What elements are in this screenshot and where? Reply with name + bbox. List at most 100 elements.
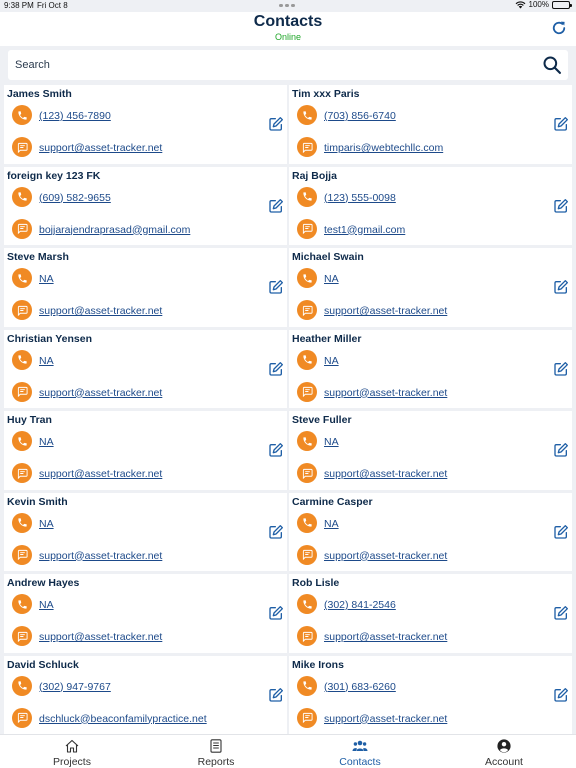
edit-icon[interactable] bbox=[268, 442, 284, 458]
contact-card: Heather Miller NA support@asset-tracker.… bbox=[289, 329, 572, 408]
edit-icon[interactable] bbox=[268, 687, 284, 703]
message-icon[interactable] bbox=[297, 300, 317, 320]
contact-phone-link[interactable]: NA bbox=[39, 273, 54, 285]
contact-card: Steve Marsh NA support@asset-tracker.net bbox=[4, 248, 287, 327]
phone-icon[interactable] bbox=[12, 105, 32, 125]
contact-email-link[interactable]: support@asset-tracker.net bbox=[39, 631, 162, 643]
contact-email-link[interactable]: support@asset-tracker.net bbox=[324, 631, 447, 643]
phone-icon[interactable] bbox=[297, 512, 317, 533]
message-icon[interactable] bbox=[12, 707, 32, 728]
phone-icon[interactable] bbox=[297, 349, 317, 370]
contact-email-link[interactable]: support@asset-tracker.net bbox=[324, 468, 447, 480]
contact-phone-link[interactable]: NA bbox=[324, 436, 339, 448]
edit-icon[interactable] bbox=[553, 605, 569, 621]
message-icon[interactable] bbox=[12, 626, 32, 646]
edit-icon[interactable] bbox=[553, 279, 569, 295]
contact-email-link[interactable]: test1@gmail.com bbox=[324, 224, 405, 236]
edit-icon[interactable] bbox=[553, 198, 569, 214]
phone-icon[interactable] bbox=[12, 186, 32, 207]
contact-phone-link[interactable]: NA bbox=[324, 355, 339, 367]
message-icon[interactable] bbox=[12, 463, 32, 483]
contact-phone-link[interactable]: NA bbox=[39, 436, 54, 448]
contact-card: Kevin Smith NA support@asset-tracker.net bbox=[4, 492, 287, 571]
contact-card: Andrew Hayes NA support@asset-tracker.ne… bbox=[4, 574, 287, 653]
contact-email-link[interactable]: support@asset-tracker.net bbox=[39, 142, 162, 154]
contact-phone-link[interactable]: (301) 683-6260 bbox=[324, 681, 396, 693]
message-icon[interactable] bbox=[297, 707, 317, 728]
edit-icon[interactable] bbox=[268, 605, 284, 621]
tab-account[interactable]: Account bbox=[432, 735, 576, 768]
message-icon[interactable] bbox=[297, 381, 317, 402]
contact-phone-link[interactable]: (302) 841-2546 bbox=[324, 599, 396, 611]
tab-projects[interactable]: Projects bbox=[0, 735, 144, 768]
message-icon[interactable] bbox=[12, 137, 32, 157]
edit-icon[interactable] bbox=[553, 524, 569, 540]
page-title: Contacts bbox=[253, 13, 323, 30]
contact-phone-link[interactable]: NA bbox=[324, 273, 339, 285]
contact-phone-link[interactable]: NA bbox=[39, 518, 54, 530]
message-icon[interactable] bbox=[12, 218, 32, 239]
phone-icon[interactable] bbox=[12, 431, 32, 451]
contact-name: Heather Miller bbox=[292, 332, 362, 345]
contact-email-link[interactable]: support@asset-tracker.net bbox=[39, 387, 162, 399]
contact-phone-link[interactable]: (123) 555-0098 bbox=[324, 192, 396, 204]
phone-icon[interactable] bbox=[12, 512, 32, 533]
edit-icon[interactable] bbox=[268, 279, 284, 295]
tab-contacts[interactable]: Contacts bbox=[288, 735, 432, 768]
contact-email-link[interactable]: support@asset-tracker.net bbox=[324, 550, 447, 562]
search-icon[interactable] bbox=[542, 55, 562, 75]
refresh-icon[interactable] bbox=[550, 19, 568, 37]
contact-card: David Schluck (302) 947-9767 dschluck@be… bbox=[4, 655, 287, 734]
contact-email-link[interactable]: timparis@webtechllc.com bbox=[324, 142, 443, 154]
phone-icon[interactable] bbox=[297, 675, 317, 696]
contact-phone-link[interactable]: (123) 456-7890 bbox=[39, 110, 111, 122]
search-input[interactable] bbox=[8, 50, 528, 80]
contact-email-link[interactable]: bojjarajendraprasad@gmail.com bbox=[39, 224, 190, 236]
contact-name: Kevin Smith bbox=[7, 495, 68, 508]
contact-name: James Smith bbox=[7, 88, 72, 100]
contact-phone-link[interactable]: (609) 582-9655 bbox=[39, 192, 111, 204]
phone-icon[interactable] bbox=[12, 349, 32, 370]
contact-email-link[interactable]: support@asset-tracker.net bbox=[39, 305, 162, 317]
contact-phone-link[interactable]: (703) 856-6740 bbox=[324, 110, 396, 122]
edit-icon[interactable] bbox=[553, 687, 569, 703]
phone-icon[interactable] bbox=[12, 675, 32, 696]
contact-name: Carmine Casper bbox=[292, 495, 373, 508]
edit-icon[interactable] bbox=[268, 361, 284, 377]
contact-card: foreign key 123 FK (609) 582-9655 bojjar… bbox=[4, 166, 287, 245]
edit-icon[interactable] bbox=[553, 442, 569, 458]
contact-phone-link[interactable]: (302) 947-9767 bbox=[39, 681, 111, 693]
message-icon[interactable] bbox=[12, 300, 32, 320]
contact-email-link[interactable]: support@asset-tracker.net bbox=[39, 550, 162, 562]
contact-email-link[interactable]: support@asset-tracker.net bbox=[324, 305, 447, 317]
contact-phone-link[interactable]: NA bbox=[39, 355, 54, 367]
edit-icon[interactable] bbox=[553, 116, 569, 132]
message-icon[interactable] bbox=[297, 218, 317, 239]
contact-name: Huy Tran bbox=[7, 414, 52, 426]
contact-email-link[interactable]: support@asset-tracker.net bbox=[39, 468, 162, 480]
phone-icon[interactable] bbox=[297, 594, 317, 614]
multitask-grabber[interactable] bbox=[279, 4, 297, 7]
edit-icon[interactable] bbox=[553, 361, 569, 377]
phone-icon[interactable] bbox=[297, 268, 317, 288]
edit-icon[interactable] bbox=[268, 116, 284, 132]
message-icon[interactable] bbox=[12, 381, 32, 402]
edit-icon[interactable] bbox=[268, 198, 284, 214]
contact-phone-link[interactable]: NA bbox=[39, 599, 54, 611]
message-icon[interactable] bbox=[297, 463, 317, 483]
phone-icon[interactable] bbox=[297, 186, 317, 207]
contact-email-link[interactable]: support@asset-tracker.net bbox=[324, 387, 447, 399]
message-icon[interactable] bbox=[297, 626, 317, 646]
phone-icon[interactable] bbox=[297, 105, 317, 125]
tab-reports[interactable]: Reports bbox=[144, 735, 288, 768]
phone-icon[interactable] bbox=[12, 594, 32, 614]
contact-email-link[interactable]: support@asset-tracker.net bbox=[324, 713, 447, 725]
phone-icon[interactable] bbox=[12, 268, 32, 288]
contact-email-link[interactable]: dschluck@beaconfamilypractice.net bbox=[39, 713, 207, 725]
edit-icon[interactable] bbox=[268, 524, 284, 540]
phone-icon[interactable] bbox=[297, 431, 317, 451]
contact-phone-link[interactable]: NA bbox=[324, 518, 339, 530]
message-icon[interactable] bbox=[297, 137, 317, 157]
message-icon[interactable] bbox=[12, 544, 32, 565]
message-icon[interactable] bbox=[297, 544, 317, 565]
